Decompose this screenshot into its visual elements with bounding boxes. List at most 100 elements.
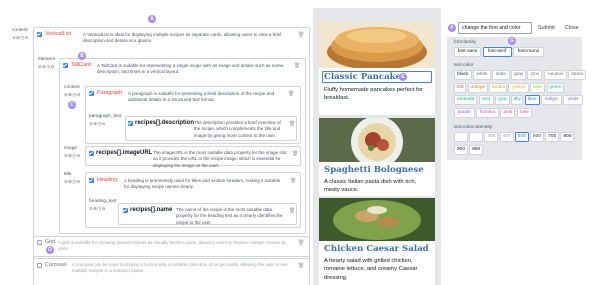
card-content-controls[interactable]: ⊘⊕◷⊖ — [64, 92, 81, 98]
paragraph-checkbox[interactable] — [89, 91, 94, 96]
paragraph-description: A paragraph is suitable for presenting a… — [128, 91, 275, 103]
text-color-slate[interactable]: slate — [492, 70, 510, 80]
intensity-option-blank-1[interactable] — [469, 132, 484, 142]
carousel-delete-icon[interactable]: 🗑 — [298, 263, 304, 269]
text-color-purple[interactable]: purple — [454, 107, 475, 118]
prompt-input[interactable]: change the font and color — [458, 22, 532, 34]
image-binding-checkbox[interactable] — [89, 151, 94, 156]
title-slot-label: title — [64, 172, 72, 177]
heading-delete-icon[interactable]: 🗑 — [290, 178, 296, 184]
carousel-checkbox[interactable] — [37, 263, 42, 268]
text-color-stone[interactable]: stone — [568, 70, 587, 80]
slot-controls[interactable]: ⊘⊕◷⊖ — [12, 35, 29, 41]
text-color-cyan[interactable]: cyan — [494, 95, 510, 105]
text-color-amber[interactable]: amber — [489, 82, 508, 93]
card-content-slot-label: content — [64, 85, 80, 90]
recipe-card-2[interactable]: Chicken Caesar Salad A hearty salad with… — [319, 198, 435, 285]
recipe-title: Chicken Caesar Salad — [324, 244, 429, 254]
image-binding-description: The imageURL is the most suitable data p… — [153, 150, 287, 168]
carousel-description: A carousel can be used to display a hori… — [72, 262, 288, 274]
component-tree: content ⊘⊕◷⊖ VerticalList A VerticalList… — [0, 0, 312, 285]
paragraph-text-slot-label: paragraph_text — [89, 114, 122, 119]
heading-text-slot-label: heading_text — [89, 199, 117, 204]
heading-text-controls[interactable]: ⊘⊕◷⊖ — [89, 206, 106, 212]
intensity-option-400[interactable]: 400 — [499, 132, 514, 142]
vertical-list-name: VerticalList — [45, 31, 72, 37]
text-color-lime[interactable]: lime — [530, 82, 546, 93]
text-color-zinc[interactable]: zinc — [527, 70, 543, 80]
text-color-white[interactable]: white — [473, 70, 491, 80]
description-binding-description: The description provides a brief overvie… — [194, 120, 281, 138]
text-color-red[interactable]: red — [454, 82, 467, 93]
text-color-indigo[interactable]: indigo — [541, 95, 562, 105]
text-color-neutral[interactable]: neutral — [543, 70, 567, 80]
recipe-description: Fluffy homemade pancakes perfect for bre… — [324, 87, 423, 102]
annotation-badge-g: G — [508, 37, 516, 45]
recipe-title: Spaghetti Bolognese — [324, 165, 424, 175]
paragraph-delete-icon[interactable]: 🗑 — [288, 91, 294, 97]
intensity-option-300[interactable]: 300 — [484, 132, 499, 142]
intensity-option-500[interactable]: 500 — [514, 132, 529, 142]
annotation-badge-f: F — [448, 24, 456, 32]
text-color-black[interactable]: black — [454, 70, 472, 80]
submit-button[interactable]: Submit — [538, 25, 555, 31]
text-color-orange[interactable]: orange — [467, 82, 489, 93]
paragraph-text-controls[interactable]: ⊘⊕◷⊖ — [89, 121, 106, 127]
grid-name: Grid — [45, 239, 56, 245]
title-slot-controls[interactable]: ⊘⊕◷⊖ — [64, 179, 81, 185]
image-binding-name: recipes[].imageURL — [96, 150, 153, 156]
intensity-title: text.color.intensity — [454, 125, 493, 130]
recipe-description: A hearty salad with grilled chicken, rom… — [324, 258, 418, 281]
prompt-input-value: change the font and color — [462, 25, 521, 32]
name-binding-delete-icon[interactable]: 🗑 — [289, 208, 295, 214]
text-color-title: text.color — [454, 63, 474, 68]
text-color-rose[interactable]: rose — [516, 107, 532, 118]
text-color-violet[interactable]: violet — [562, 95, 584, 105]
recipe-preview: Classic Pancakes E Fluffy homemade panca… — [313, 8, 441, 285]
font-option-font-serif[interactable]: font-serif — [482, 47, 512, 57]
tall-card-delete-icon[interactable]: 🗑 — [294, 63, 300, 69]
text-color-fuchsia[interactable]: fuchsia — [475, 107, 500, 118]
intensity-option-950[interactable]: 950 — [469, 144, 484, 155]
close-button[interactable]: Close — [565, 25, 579, 31]
intensity-option-900[interactable]: 900 — [454, 144, 468, 155]
style-panel: font.family font-sans font-serif font-mono… — [447, 37, 587, 160]
vertical-list-checkbox[interactable] — [37, 32, 42, 37]
name-binding-name: recipes[].name — [130, 207, 173, 213]
intensity-option-800[interactable]: 800 — [560, 132, 575, 142]
text-color-sky[interactable]: sky — [511, 95, 524, 105]
font-option-font-mono[interactable]: font-mono — [513, 47, 544, 57]
recipe-image-spaghetti — [319, 116, 435, 168]
intensity-option-blank-0[interactable] — [454, 132, 468, 142]
description-binding-delete-icon[interactable]: 🗑 — [289, 121, 295, 127]
name-binding-description: The name of the recipe is the most suita… — [176, 207, 283, 225]
grid-delete-icon[interactable]: 🗑 — [298, 240, 304, 246]
pancakes-image — [319, 22, 435, 70]
text-color-teal[interactable]: teal — [478, 95, 494, 105]
text-color-emerald[interactable]: emerald — [454, 95, 478, 105]
paragraph-name: Paragraph — [97, 90, 123, 96]
recipe-card-0[interactable]: Classic Pancakes E Fluffy homemade panca… — [319, 22, 435, 115]
spaghetti-image — [319, 116, 435, 168]
grid-checkbox[interactable] — [37, 240, 42, 245]
element-slot-controls[interactable]: ⊘⊕◷⊖ — [38, 64, 55, 70]
text-color-blue[interactable]: blue — [524, 95, 540, 105]
recipe-card-1[interactable]: Spaghetti Bolognese A classic Italian pa… — [319, 116, 435, 196]
text-color-yellow[interactable]: yellow — [508, 82, 529, 93]
tall-card-checkbox[interactable] — [63, 63, 68, 68]
image-slot-controls[interactable]: ⊘⊕◷⊖ — [64, 153, 81, 159]
vertical-list-delete-icon[interactable]: 🗑 — [298, 32, 304, 38]
font-family-title: font.family — [454, 40, 476, 45]
heading-checkbox[interactable] — [89, 178, 94, 183]
image-binding-delete-icon[interactable]: 🗑 — [292, 151, 298, 157]
text-color-green[interactable]: green — [546, 82, 565, 93]
description-binding-checkbox[interactable] — [128, 121, 133, 126]
text-color-gray[interactable]: gray — [511, 70, 527, 80]
carousel-name: Carousel — [45, 262, 67, 268]
font-option-font-sans[interactable]: font-sans — [454, 47, 481, 57]
intensity-option-600[interactable]: 600 — [530, 132, 544, 142]
intensity-option-700[interactable]: 700 — [545, 132, 560, 142]
text-color-pink[interactable]: pink — [500, 107, 516, 118]
name-binding-checkbox[interactable] — [123, 208, 128, 213]
annotation-badge-d: D — [46, 246, 54, 254]
